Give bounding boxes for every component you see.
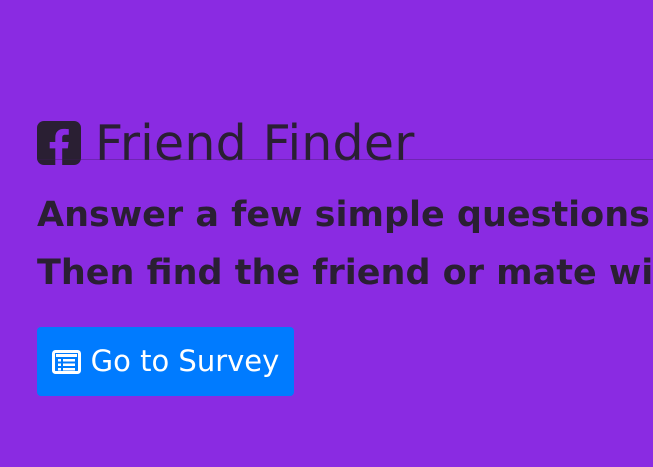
- intro-text: Answer a few simple questions. Then find…: [37, 186, 653, 302]
- page-header: Friend Finder: [37, 86, 415, 201]
- intro-line-1: Answer a few simple questions.: [37, 195, 653, 235]
- friend-finder-page: Friend Finder Answer a few simple questi…: [0, 0, 653, 467]
- intro-line-2: Then find the friend or mate with: [37, 253, 653, 293]
- list-alt-icon: [51, 349, 81, 374]
- page-title: Friend Finder: [95, 114, 415, 172]
- header-divider: [37, 159, 653, 160]
- go-to-survey-button[interactable]: Go to Survey: [37, 327, 294, 396]
- go-to-survey-label: Go to Survey: [90, 344, 280, 378]
